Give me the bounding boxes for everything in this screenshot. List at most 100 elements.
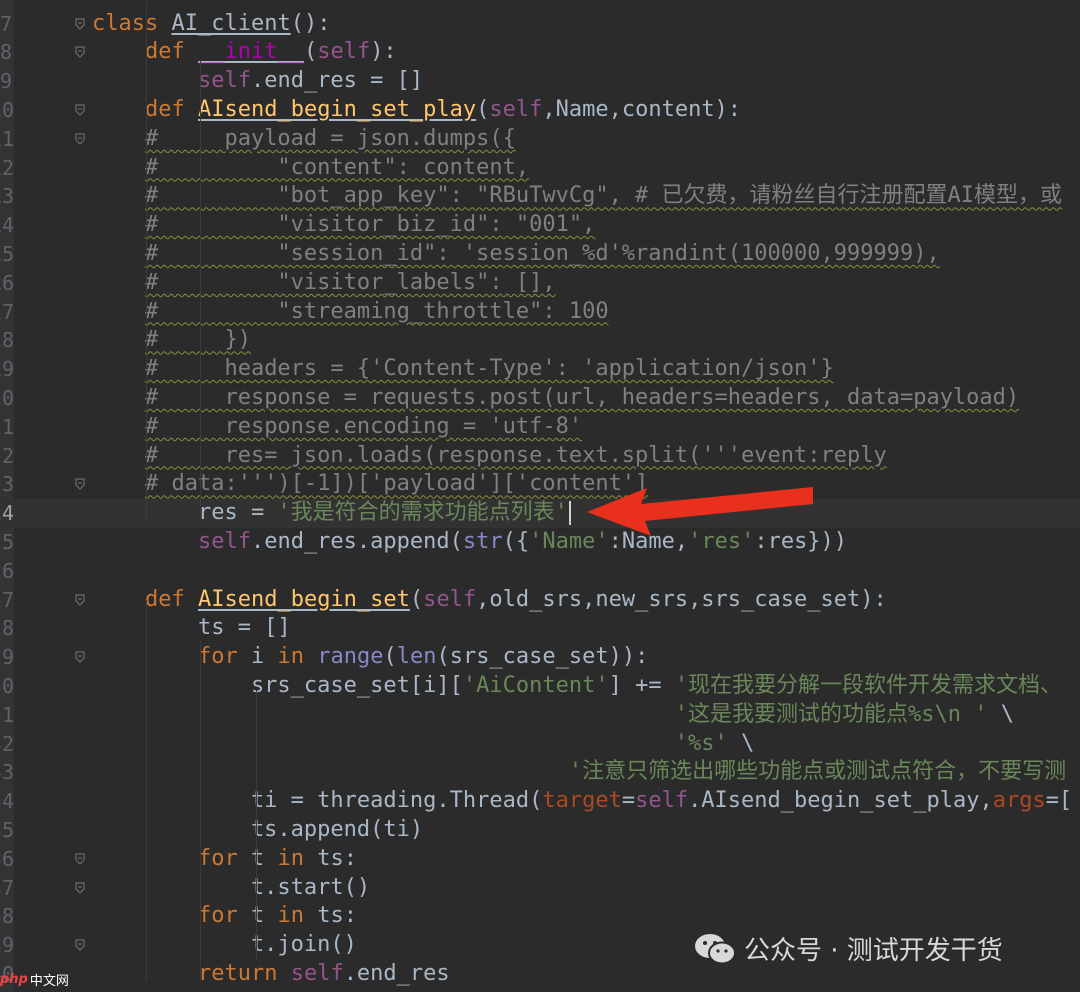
fold-icon[interactable] — [74, 104, 86, 116]
watermark: 公众号 · 测试开发干货 — [694, 930, 1003, 967]
code-text: # "bot_app_key": "RBuTwvCg", # 已欠费，请粉丝自行… — [144, 183, 1063, 209]
code-line[interactable]: 37 t.start() — [0, 874, 1080, 903]
code-line[interactable]: 29 for i in range(len(srs_case_set)): — [0, 643, 1080, 672]
line-number: 26 — [0, 558, 14, 583]
code-text: '注意只筛选出哪些功能点或测试点符合，不要写测 — [568, 759, 1067, 785]
code-line[interactable]: 18 # }) — [0, 326, 1080, 355]
indent-guide — [146, 2, 147, 520]
fold-icon[interactable] — [74, 17, 86, 30]
code-line[interactable]: 19 # headers = {'Content-Type': 'applica… — [0, 355, 1080, 384]
code-line[interactable]: 34 ti = threading.Thread(target=self.AIs… — [0, 787, 1080, 816]
line-number: 19 — [0, 357, 14, 382]
fold-icon[interactable] — [74, 478, 86, 491]
code-text: # "visitor_labels": [], — [144, 269, 556, 295]
fold-icon[interactable] — [74, 651, 86, 664]
line-number: 16 — [0, 270, 14, 295]
code-line[interactable]: 25 self.end_res.append(str({'Name':Name,… — [0, 528, 1080, 557]
code-text: '%s' \ — [674, 730, 755, 756]
indent-guide — [146, 600, 147, 980]
line-number: 14 — [0, 213, 14, 238]
code-text: self.end_res = [] — [197, 68, 424, 94]
code-text: # "visitor_biz_id": "001", — [144, 212, 596, 238]
indent-guide — [256, 690, 257, 960]
code-text: # response.encoding = 'utf-8' — [144, 413, 583, 439]
code-text: srs_case_set[i]['AiContent'] += '现在我要分解一… — [92, 673, 1063, 698]
fold-icon[interactable] — [74, 881, 86, 894]
code-text: # "session_id": 'session_%d'%randint(100… — [144, 241, 940, 266]
wechat-icon — [695, 933, 736, 964]
code-line[interactable]: 26 — [0, 557, 1080, 586]
code-text: # payload = json.dumps({ — [144, 125, 516, 151]
code-line[interactable]: 17 # "streaming_throttle": 100 — [0, 298, 1080, 327]
fold-icon[interactable] — [74, 46, 86, 59]
code-text: # headers = {'Content-Type': 'applicatio… — [144, 356, 834, 382]
code-line[interactable]: 8 def __init__(self): — [0, 38, 1080, 67]
code-line[interactable]: 20 # response = requests.post(url, heade… — [0, 384, 1080, 413]
line-number: 35 — [0, 818, 14, 842]
code-text: def AIsend_begin_set_play(self,Name,cont… — [144, 97, 742, 122]
line-number: 36 — [0, 846, 14, 871]
line-number: 11 — [0, 126, 14, 151]
code-line[interactable]: 10 def AIsend_begin_set_play(self,Name,c… — [0, 96, 1080, 125]
fold-icon[interactable] — [74, 939, 86, 952]
watermark-text: 公众号 · 测试开发干货 — [744, 936, 1003, 966]
fold-icon[interactable] — [74, 133, 86, 145]
code-line[interactable]: 35 ts.append(ti) — [0, 816, 1080, 845]
code-line[interactable]: 22 # res= json.loads(response.text.split… — [0, 442, 1080, 471]
code-text: class AI_client(): — [92, 10, 331, 36]
line-number: 10 — [0, 98, 14, 122]
code-line[interactable]: 16 # "visitor_labels": [], — [0, 269, 1080, 298]
php-logo-text: php — [0, 972, 28, 987]
code-line[interactable]: 38 for t in ts: — [0, 902, 1080, 931]
line-number: 22 — [0, 443, 14, 468]
line-number: 12 — [0, 155, 14, 180]
code-line[interactable]: 9 self.end_res = [] — [0, 67, 1080, 96]
code-line[interactable]: 30 srs_case_set[i]['AiContent'] += '现在我要… — [0, 672, 1080, 701]
code-line[interactable]: 36 for t in ts: — [0, 845, 1080, 874]
site-name: 中文网 — [29, 974, 69, 989]
code-line[interactable]: 23 # data:''')[-1])['payload']['content'… — [0, 470, 1080, 499]
code-editor[interactable]: 7 class AI_client(): 8 def __init__(self):… — [0, 0, 1080, 992]
code-line[interactable]: 32 '%s' \ — [0, 730, 1080, 759]
code-text: # }) — [144, 327, 251, 353]
line-number: 7 — [0, 11, 13, 36]
line-number: 24 — [0, 501, 14, 526]
php-site-badge: php 中文网 — [0, 970, 69, 989]
code-text: # "streaming_throttle": 100 — [144, 298, 609, 324]
code-text: res = '我是符合的需求功能点列表' — [92, 499, 571, 528]
code-line[interactable]: 14 # "visitor_biz_id": "001", — [0, 211, 1080, 240]
line-number: 30 — [0, 674, 14, 698]
fold-icon[interactable] — [74, 593, 86, 606]
code-line[interactable]: 31 '这是我要测试的功能点%s\n ' \ — [0, 701, 1080, 730]
code-line[interactable]: 15 # "session_id": 'session_%d'%randint(… — [0, 240, 1080, 269]
line-number: 38 — [0, 904, 14, 929]
code-text: # res= json.loads(response.text.split(''… — [144, 442, 887, 468]
code-line[interactable]: 7 class AI_client(): — [0, 10, 1080, 39]
code-text: '这是我要测试的功能点%s\n ' \ — [674, 701, 1015, 727]
red-arrow-annotation — [587, 487, 813, 536]
code-line[interactable]: 21 # response.encoding = 'utf-8' — [0, 413, 1080, 442]
code-line[interactable]: 27 def AIsend_begin_set(self,old_srs,new… — [0, 586, 1080, 615]
line-number: 13 — [0, 184, 14, 209]
line-number: 33 — [0, 760, 14, 785]
code-text: # response = requests.post(url, headers=… — [144, 385, 1020, 410]
line-number: 27 — [0, 587, 14, 612]
fold-icon[interactable] — [74, 853, 86, 865]
line-number: 25 — [0, 530, 14, 554]
code-text: for t in ts: — [197, 903, 357, 929]
code-line[interactable]: 24 res = '我是符合的需求功能点列表' — [0, 499, 1080, 528]
code-line[interactable]: 13 # "bot_app_key": "RBuTwvCg", # 已欠费，请粉… — [0, 182, 1080, 211]
code-text: def AIsend_begin_set(self,old_srs,new_sr… — [144, 586, 887, 612]
code-line[interactable]: 11 # payload = json.dumps({ — [0, 125, 1080, 154]
code-text: for t in ts: — [197, 845, 357, 871]
line-number: 17 — [0, 299, 14, 324]
line-number: 9 — [0, 69, 13, 94]
line-number: 32 — [0, 731, 14, 756]
code-line[interactable]: 28 ts = [] — [0, 614, 1080, 643]
code-line[interactable]: 12 # "content": content, — [0, 154, 1080, 183]
line-number: 28 — [0, 616, 14, 641]
line-number: 15 — [0, 242, 14, 266]
line-number: 23 — [0, 472, 14, 497]
line-number: 20 — [0, 386, 14, 410]
code-line[interactable]: 33 '注意只筛选出哪些功能点或测试点符合，不要写测 — [0, 758, 1080, 787]
